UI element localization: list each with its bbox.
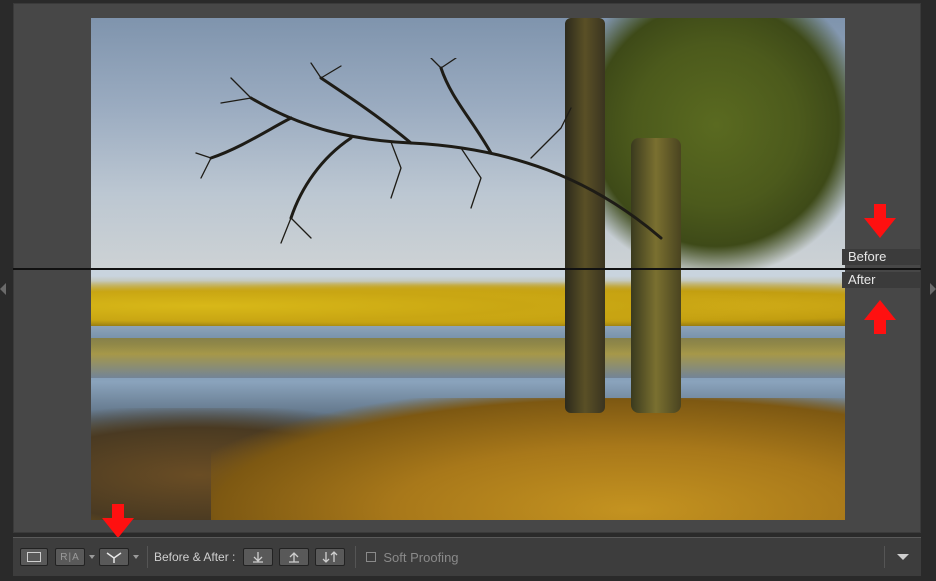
before-after-split-button[interactable] — [99, 548, 129, 566]
soft-proofing-checkbox[interactable] — [366, 552, 377, 562]
chevron-down-icon[interactable] — [87, 553, 97, 561]
treeline — [91, 276, 845, 326]
copy-after-to-before-button[interactable] — [279, 548, 310, 566]
soft-proofing-label: Soft Proofing — [383, 549, 459, 565]
loupe-view-button[interactable] — [20, 548, 48, 566]
left-panel-toggle-icon[interactable] — [0, 283, 8, 295]
toolbar: R|A Before & After : Soft Proofing — [13, 537, 921, 576]
copy-down-arrow-icon — [253, 552, 264, 563]
swap-arrows-icon — [322, 551, 338, 563]
chevron-down-icon[interactable] — [131, 553, 141, 561]
bare-branches — [195, 58, 663, 244]
split-top-bottom-icon — [106, 552, 122, 563]
toolbar-menu-chevron-down-icon[interactable] — [891, 551, 915, 563]
right-panel-toggle-icon[interactable] — [928, 283, 936, 295]
before-label: Before — [842, 249, 920, 265]
swap-before-after-button[interactable] — [315, 548, 346, 566]
reference-view-label: R|A — [60, 551, 80, 563]
copy-before-to-after-button[interactable] — [243, 548, 274, 566]
loupe-view-icon — [27, 552, 41, 562]
reference-view-button[interactable]: R|A — [55, 548, 85, 566]
leaf-covered-ground — [211, 398, 845, 520]
before-after-divider[interactable] — [13, 268, 921, 270]
water-reflection — [91, 338, 845, 378]
before-after-label: Before & After : — [154, 550, 236, 564]
copy-up-arrow-icon — [289, 552, 300, 563]
after-label: After — [842, 272, 920, 288]
